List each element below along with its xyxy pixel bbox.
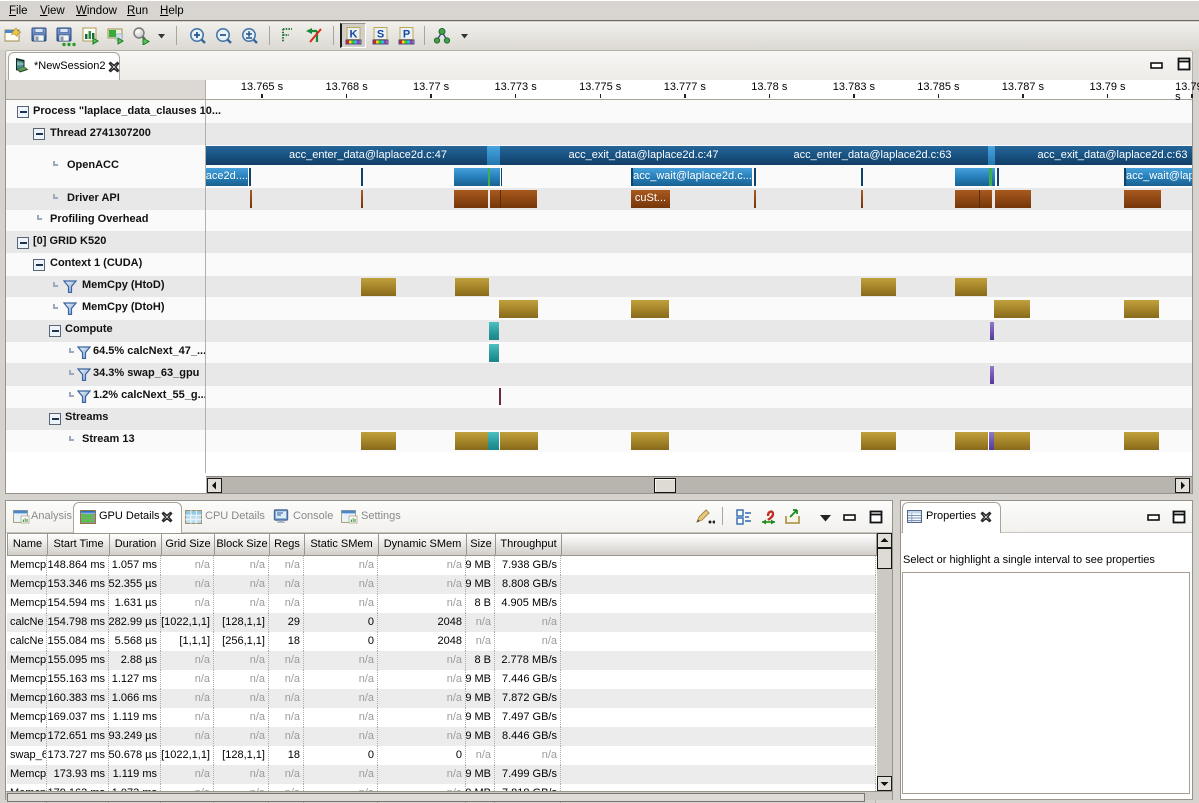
- svg-text:P: P: [403, 29, 410, 41]
- svg-text:K: K: [350, 29, 358, 41]
- svg-text:S: S: [377, 29, 384, 41]
